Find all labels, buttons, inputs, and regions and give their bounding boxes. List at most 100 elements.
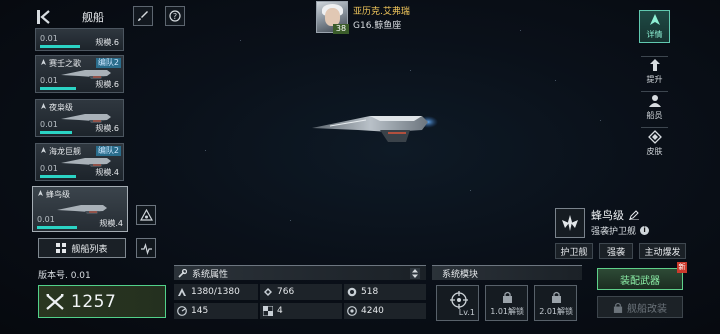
ship-card-scale: 规模.4 [99, 219, 123, 228]
firepower-icon [264, 288, 272, 296]
ship-card-progress-bar [40, 87, 76, 90]
target-icon [347, 306, 357, 316]
back-button[interactable] [33, 7, 55, 27]
ship-card[interactable]: 海龙巨舰 编队2 0.01 规模.4 [35, 143, 124, 181]
stat-shield: 518 [347, 287, 378, 297]
wave-button[interactable] [136, 238, 156, 258]
equip-weapons-button[interactable]: 装配武器 [597, 268, 683, 290]
checker-icon [263, 306, 273, 316]
speed-icon [177, 306, 187, 316]
crossed-swords-icon [46, 293, 64, 310]
role-tag-burst: 主动爆发 [639, 243, 686, 259]
tab-upgrade-label: 提升 [646, 75, 663, 84]
formation-button[interactable] [136, 205, 156, 225]
captain-name: 亚历克.艾弗瑞 [353, 7, 410, 17]
ship-card-scale: 规模.6 [95, 38, 119, 47]
ship-class-text: 强袭护卫舰 [591, 227, 637, 237]
shield-icon [347, 287, 357, 297]
chevron-left-icon [37, 10, 50, 24]
modules-title: 系统模块 [442, 269, 479, 280]
system-attributes-panel: 系统属性 1380/1380 766 518 145 4 4240 [174, 265, 426, 327]
ship-list-button[interactable]: 舰船列表 [38, 238, 126, 258]
ship-type-icon [41, 103, 46, 109]
system-modules-panel: 系统模块 Lv.1 1.01解锁 2.01解锁 [432, 265, 582, 327]
paint-button[interactable] [133, 6, 153, 26]
ship-card-level: 0.01 [37, 215, 55, 224]
module-slot-3-label: 2.01解锁 [539, 307, 573, 316]
help-button[interactable]: ? [165, 6, 185, 26]
skin-icon [647, 130, 662, 144]
captain-location: G16.鲸鱼座 [353, 21, 402, 31]
lock-icon [613, 302, 623, 313]
tab-crew-label: 船员 [646, 111, 663, 120]
ship-name-text: 蜂鸟级 [591, 209, 624, 222]
tab-detail[interactable]: 详情 [639, 13, 670, 40]
wrench-icon [178, 269, 187, 278]
info-icon[interactable]: i [640, 226, 650, 235]
stat-speed: 145 [177, 306, 208, 316]
ship-refit-label: 舰船改装 [627, 303, 667, 315]
modules-header: 系统模块 [432, 265, 582, 280]
hummingbird-emblem-icon [562, 215, 578, 231]
stat-firepower: 766 [263, 287, 294, 297]
ship-thumbnail [61, 114, 111, 123]
stat-armor: 1380/1380 [177, 287, 240, 297]
tab-upgrade[interactable]: 提升 [639, 58, 670, 85]
ship-thumbnail [61, 158, 111, 167]
attributes-title: 系统属性 [192, 269, 229, 280]
module-slot-3[interactable]: 2.01解锁 [534, 285, 577, 321]
ship-emblem [555, 208, 585, 238]
stat-target-value: 4240 [361, 306, 384, 316]
grid-icon [56, 243, 67, 253]
tab-crew[interactable]: 船员 [639, 94, 670, 121]
ship-type-icon [41, 59, 46, 65]
edit-icon[interactable] [629, 210, 639, 220]
module-slot-1[interactable]: Lv.1 [436, 285, 479, 321]
module-slot-1-label: Lv.1 [458, 308, 475, 317]
tab-divider [641, 56, 668, 57]
ship-thumbnail [57, 205, 107, 214]
crosshair-icon [450, 291, 468, 309]
stat-shield-value: 518 [361, 287, 379, 297]
stat-speed-value: 145 [191, 306, 209, 316]
tab-detail-label: 详情 [646, 30, 663, 39]
module-slot-2[interactable]: 1.01解锁 [485, 285, 528, 321]
help-circle-icon: ? [169, 10, 181, 22]
ship-detail-icon [649, 14, 660, 25]
upgrade-icon [649, 59, 660, 71]
ship-refit-button[interactable]: 舰船改装 [597, 296, 683, 318]
ship-card[interactable]: 夜枭级 0.01 规模.6 [35, 99, 124, 137]
ship-card-level: 0.01 [40, 34, 58, 43]
combat-power-value: 1257 [71, 291, 117, 312]
ship-model[interactable] [310, 106, 438, 150]
ship-card-level: 0.01 [40, 120, 58, 129]
lock-icon [552, 291, 561, 303]
tab-divider [641, 127, 668, 128]
page-title: 舰船 [82, 11, 104, 24]
pulse-icon [140, 242, 152, 255]
stat-target: 4240 [347, 306, 384, 316]
lock-icon [503, 291, 512, 303]
ship-type-icon [41, 147, 46, 153]
stat-grid-value: 4 [277, 306, 283, 316]
combat-power: 1257 [38, 285, 166, 318]
ship-card-scale: 规模.6 [95, 124, 119, 133]
captain-level: 38 [333, 24, 349, 34]
tab-divider [641, 91, 668, 92]
ship-card[interactable]: 0.01 规模.6 [35, 28, 124, 51]
tab-skin-label: 皮肤 [646, 147, 663, 156]
ship-list-button-label: 舰船列表 [71, 244, 108, 255]
expand-toggle-icon[interactable] [410, 268, 420, 279]
ship-card[interactable]: 赛壬之歌 编队2 0.01 规模.6 [35, 55, 124, 93]
ship-name: 蜂鸟级 [591, 207, 639, 223]
crew-icon [648, 95, 661, 107]
ship-card-name: 蜂鸟级 [46, 190, 70, 199]
ship-card[interactable]: 蜂鸟级 0.01 规模.4 [32, 186, 128, 232]
ship-card-level: 0.01 [40, 164, 58, 173]
triangle-formation-icon [139, 208, 153, 221]
brush-icon [138, 11, 148, 21]
ship-card-progress-bar [40, 175, 76, 178]
module-slot-2-label: 1.01解锁 [490, 307, 524, 316]
ship-class: 强袭护卫舰 i [591, 224, 650, 237]
tab-skin[interactable]: 皮肤 [639, 130, 670, 157]
